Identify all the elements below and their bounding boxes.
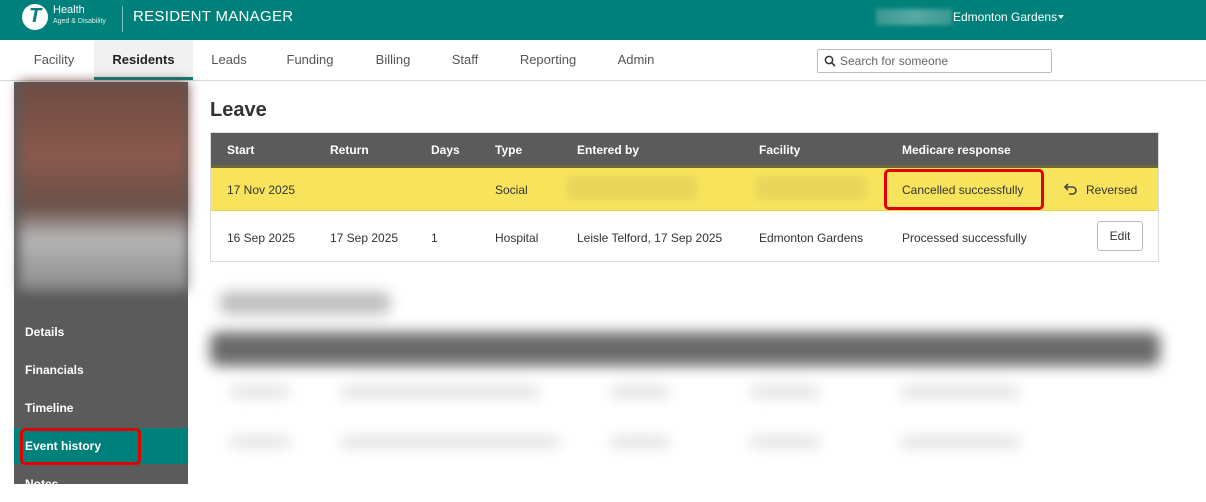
annotation-highlight (20, 428, 141, 465)
edit-button[interactable]: Edit (1097, 221, 1143, 251)
redacted-text (750, 388, 820, 396)
redacted-text (610, 438, 670, 446)
sidebar-item-timeline[interactable]: Timeline (14, 390, 188, 426)
undo-icon (1064, 183, 1077, 195)
reversed-status: Reversed (1086, 183, 1138, 197)
chevron-down-icon[interactable] (1058, 15, 1064, 19)
redacted-text (610, 388, 670, 396)
redacted-table-header (210, 332, 1160, 366)
tab-reporting[interactable]: Reporting (506, 40, 590, 80)
cell-medicare-response: Processed successfully (902, 231, 1027, 245)
cell-type: Hospital (495, 231, 539, 245)
search-input[interactable] (840, 53, 1045, 69)
resident-photo (19, 82, 188, 290)
cell-entered-by-redacted (567, 176, 697, 200)
table-header: Start Return Days Type Entered by Facili… (211, 133, 1158, 168)
logo-subtitle: Aged & Disability (53, 18, 106, 25)
sidebar-item-financials[interactable]: Financials (14, 352, 188, 388)
redacted-text (340, 438, 560, 446)
app-title: RESIDENT MANAGER (133, 8, 294, 25)
cell-days: 1 (431, 231, 438, 245)
redacted-section (210, 288, 1185, 484)
cell-facility: Edmonton Gardens (759, 231, 864, 245)
sidebar-item-details[interactable]: Details (14, 314, 188, 350)
redacted-text (230, 438, 290, 446)
facility-selector[interactable]: Edmonton Gardens (953, 10, 1057, 24)
cell-facility-redacted (756, 176, 866, 200)
search-box[interactable] (817, 49, 1052, 73)
cell-start: 17 Nov 2025 (227, 183, 296, 197)
redacted-text (900, 388, 1020, 396)
search-icon (824, 55, 836, 67)
tab-funding[interactable]: Funding (272, 40, 348, 80)
column-header: Medicare response (902, 143, 1011, 157)
tab-staff[interactable]: Staff (440, 40, 490, 80)
cell-return: 17 Sep 2025 (330, 231, 399, 245)
column-header: Facility (759, 143, 801, 157)
column-header: Type (495, 143, 523, 157)
redacted-text (900, 438, 1020, 446)
cell-start: 16 Sep 2025 (227, 231, 296, 245)
column-header: Entered by (577, 143, 640, 157)
redacted-text (230, 388, 290, 396)
page-title: Leave (210, 99, 267, 121)
header-divider (122, 6, 123, 32)
column-header: Return (330, 143, 369, 157)
tab-leads[interactable]: Leads (196, 40, 262, 80)
tab-billing[interactable]: Billing (360, 40, 426, 80)
redacted-title (220, 292, 390, 314)
main-nav: Facility Residents Leads Funding Billing… (0, 40, 1206, 81)
column-header: Days (431, 143, 460, 157)
tab-residents[interactable]: Residents (94, 40, 193, 80)
sidebar-item-notes[interactable]: Notes (14, 466, 188, 502)
tab-facility[interactable]: Facility (14, 40, 94, 80)
user-name-redacted (876, 9, 952, 25)
cell-type: Social (495, 183, 528, 197)
column-header: Start (227, 143, 255, 157)
logo-name: Health (53, 4, 85, 16)
redacted-text (340, 388, 540, 396)
redacted-text (750, 438, 820, 446)
top-bar: T Health Aged & Disability RESIDENT MANA… (0, 0, 1206, 40)
logo-letter: T (29, 5, 42, 27)
resident-sidebar: Details Financials Timeline Event histor… (14, 82, 188, 491)
cell-entered-by: Leisle Telford, 17 Sep 2025 (577, 231, 723, 245)
table-row[interactable]: 16 Sep 2025 17 Sep 2025 1 Hospital Leisl… (211, 211, 1158, 261)
tab-admin[interactable]: Admin (606, 40, 666, 80)
annotation-highlight (884, 169, 1044, 210)
